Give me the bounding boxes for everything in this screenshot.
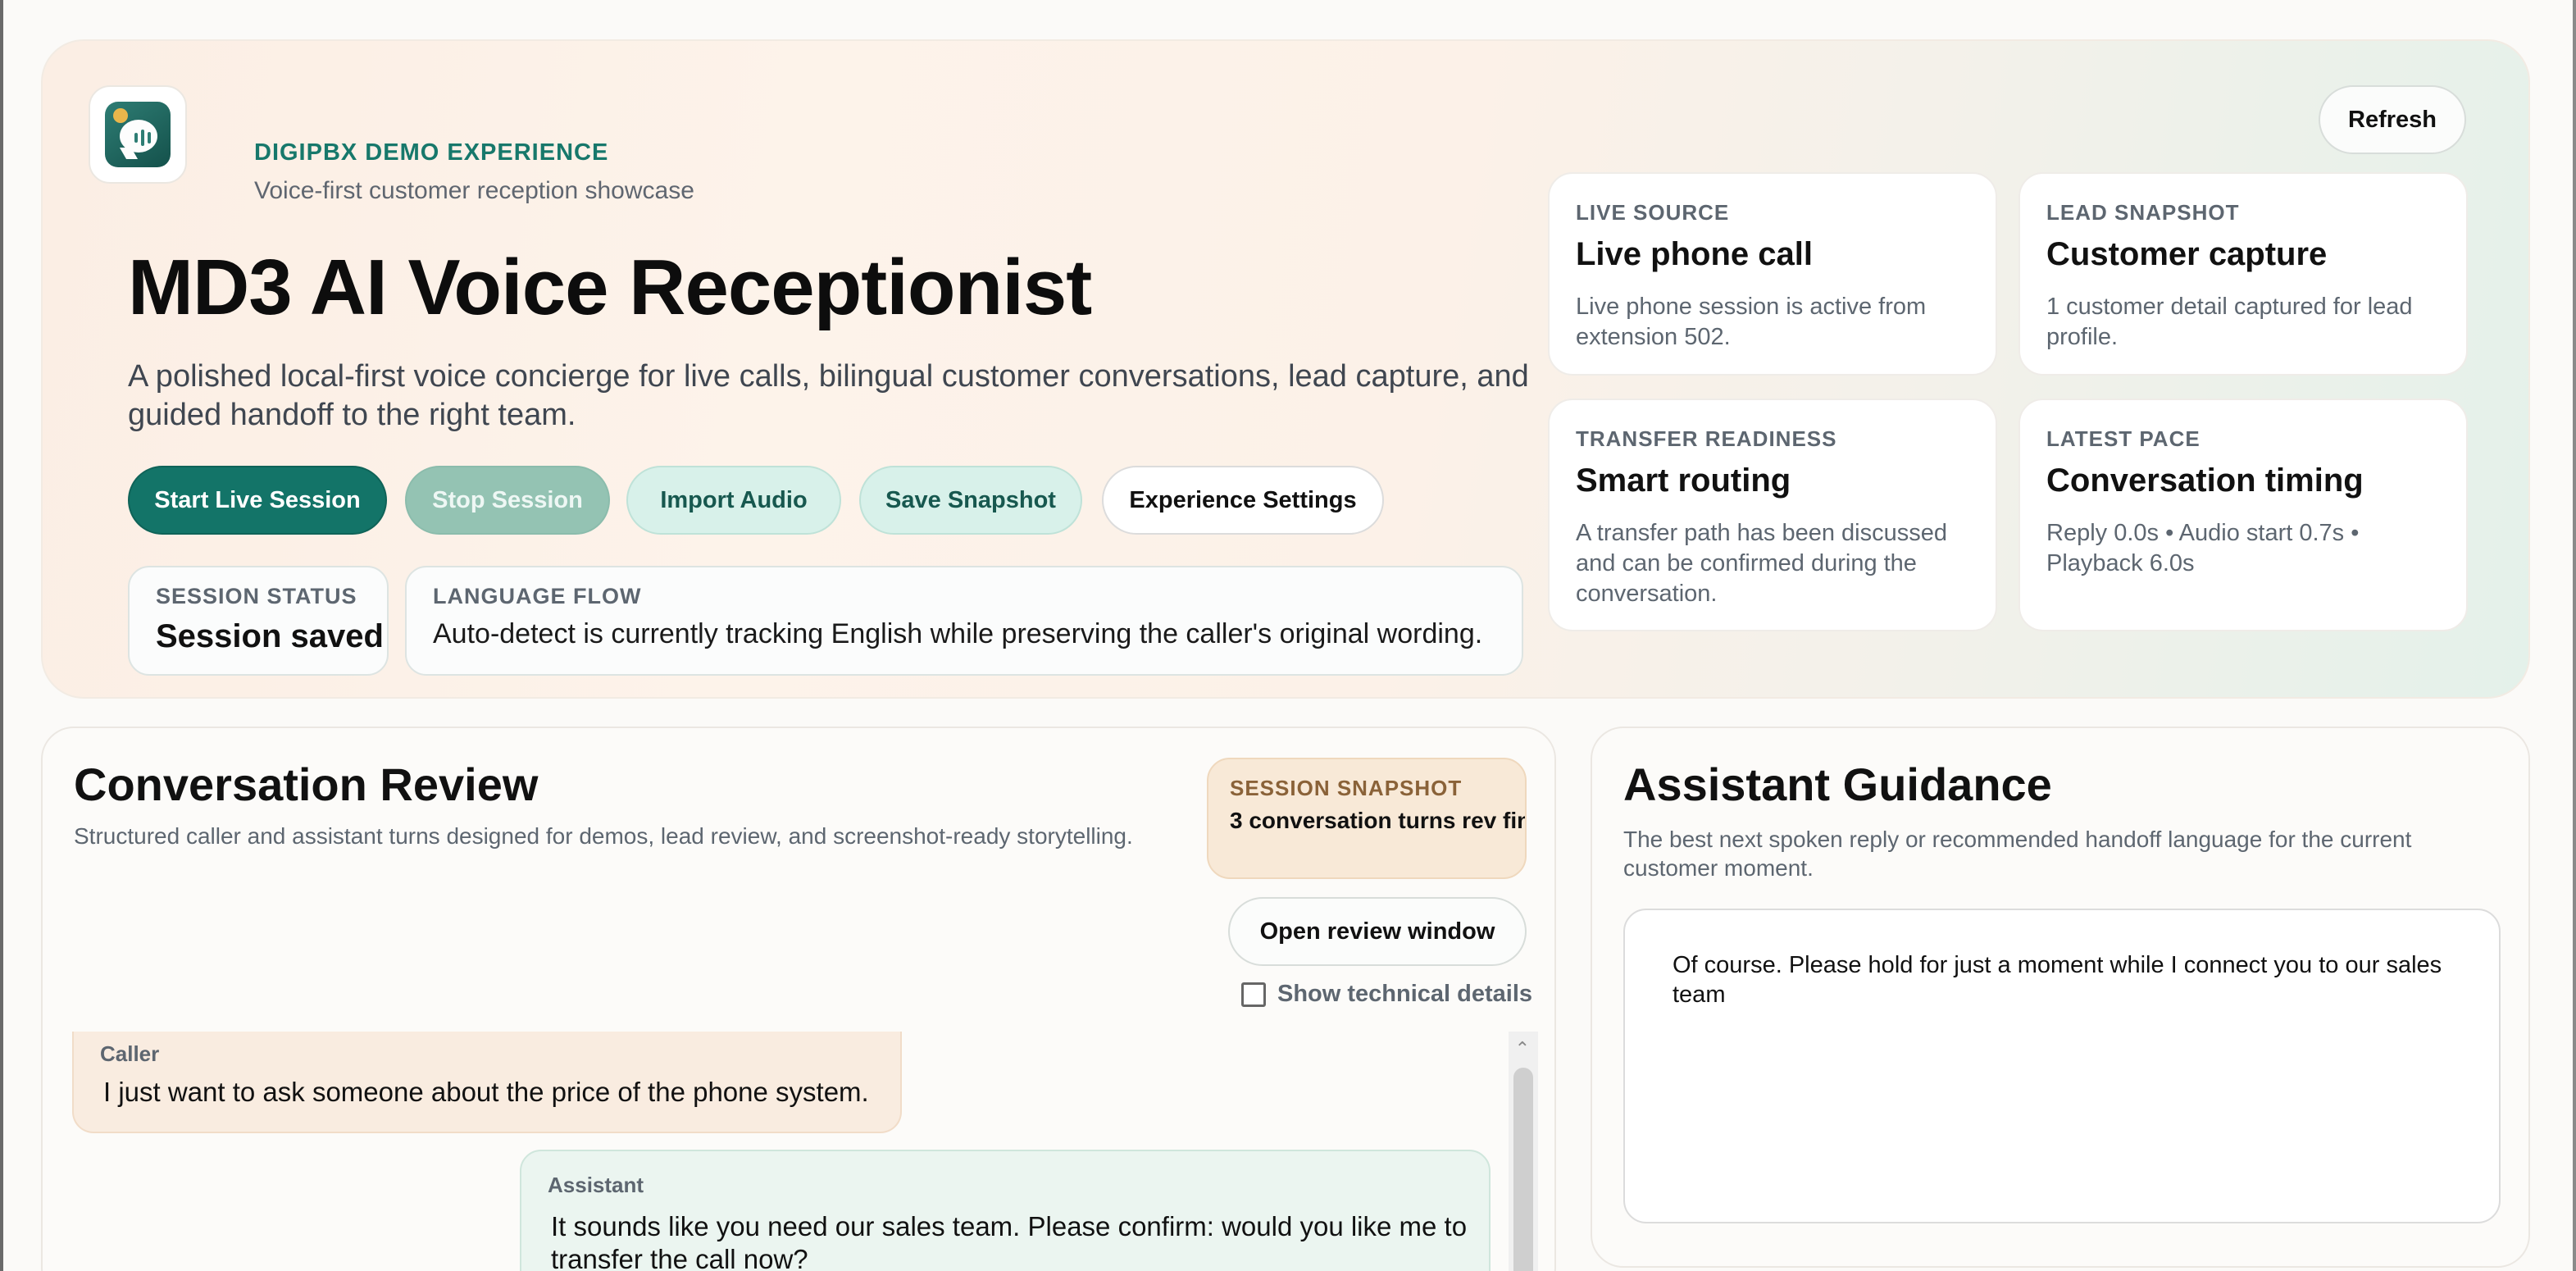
guidance-reply-box[interactable]: Of course. Please hold for just a moment… (1623, 909, 2501, 1223)
message-role: Assistant (548, 1173, 644, 1197)
message-text: I just want to ask someone about the pri… (103, 1077, 869, 1107)
stat-card-latest-pace: LATEST PACE Conversation timing Reply 0.… (2018, 399, 2468, 631)
stat-card-transfer-readiness: TRANSFER READINESS Smart routing A trans… (1548, 399, 1997, 631)
caller-message: Caller I just want to ask someone about … (72, 1032, 902, 1133)
brand-name: DIGIPBX DEMO EXPERIENCE (254, 139, 609, 166)
language-flow-value: Auto-detect is currently tracking Englis… (433, 618, 1483, 649)
conversation-review-subtitle: Structured caller and assistant turns de… (74, 823, 1133, 849)
stat-card-live-source: LIVE SOURCE Live phone call Live phone s… (1548, 172, 1997, 376)
session-status-label: SESSION STATUS (156, 584, 357, 608)
save-snapshot-button[interactable]: Save Snapshot (859, 466, 1082, 535)
scrollbar-thumb[interactable] (1513, 1068, 1533, 1271)
voice-bubble-icon (105, 102, 171, 167)
message-role: Caller (100, 1041, 160, 1066)
session-snapshot-label: SESSION SNAPSHOT (1230, 776, 1463, 800)
technical-details-toggle[interactable]: Show technical details (1241, 981, 1532, 1008)
stat-title: Customer capture (2046, 236, 2328, 272)
conversation-review-title: Conversation Review (74, 758, 539, 810)
language-flow-label: LANGUAGE FLOW (433, 584, 642, 608)
import-audio-button[interactable]: Import Audio (626, 466, 841, 535)
refresh-button[interactable]: Refresh (2319, 85, 2466, 154)
window-right-edge (2573, 0, 2576, 1271)
stat-description: A transfer path has been discussed and c… (1576, 520, 1948, 608)
stat-label: TRANSFER READINESS (1576, 426, 1837, 451)
experience-settings-button[interactable]: Experience Settings (1102, 466, 1384, 535)
start-live-session-button[interactable]: Start Live Session (128, 466, 387, 535)
hero-description: A polished local-first voice concierge f… (128, 359, 1529, 433)
assistant-guidance-title: Assistant Guidance (1623, 758, 2052, 810)
message-text: It sounds like you need our sales team. … (551, 1211, 1468, 1271)
conversation-transcript[interactable]: Caller I just want to ask someone about … (72, 1032, 1538, 1271)
assistant-guidance-panel: Assistant Guidance The best next spoken … (1591, 727, 2530, 1268)
hero-panel: DIGIPBX DEMO EXPERIENCE Voice-first cust… (41, 39, 2530, 699)
language-flow-card: LANGUAGE FLOW Auto-detect is currently t… (405, 566, 1523, 676)
stat-description: 1 customer detail captured for lead prof… (2046, 294, 2413, 351)
brand-tagline: Voice-first customer reception showcase (254, 177, 694, 204)
stat-title: Smart routing (1576, 462, 1791, 499)
technical-details-label: Show technical details (1277, 981, 1533, 1007)
session-snapshot-text: 3 conversation turns rev finalized trans… (1230, 808, 1525, 833)
assistant-guidance-subtitle: The best next spoken reply or recommende… (1623, 827, 2412, 881)
transcript-scrollbar[interactable]: ⌃ (1509, 1032, 1538, 1271)
chevron-up-icon[interactable]: ⌃ (1515, 1038, 1530, 1059)
stat-description: Live phone session is active from extens… (1576, 294, 1927, 351)
stat-title: Conversation timing (2046, 462, 2364, 499)
guidance-reply-text: Of course. Please hold for just a moment… (1673, 952, 2442, 1008)
conversation-review-panel: Conversation Review Structured caller an… (41, 727, 1556, 1271)
stat-label: LEAD SNAPSHOT (2046, 200, 2240, 225)
stat-description: Reply 0.0s • Audio start 0.7s • Playback… (2046, 520, 2360, 577)
stop-session-button[interactable]: Stop Session (405, 466, 610, 535)
session-status-value: Session saved (156, 618, 384, 654)
stat-label: LATEST PACE (2046, 426, 2201, 451)
page-title: MD3 AI Voice Receptionist (128, 244, 1092, 331)
brand-logo (89, 85, 187, 184)
session-snapshot-card: SESSION SNAPSHOT 3 conversation turns re… (1207, 758, 1527, 879)
stat-card-lead-snapshot: LEAD SNAPSHOT Customer capture 1 custome… (2018, 172, 2468, 376)
assistant-message: Assistant It sounds like you need our sa… (520, 1150, 1491, 1271)
stat-label: LIVE SOURCE (1576, 200, 1730, 225)
session-status-card: SESSION STATUS Session saved (128, 566, 389, 676)
window-left-edge (0, 0, 3, 1271)
technical-details-checkbox[interactable] (1241, 982, 1266, 1007)
stat-title: Live phone call (1576, 236, 1813, 272)
open-review-window-button[interactable]: Open review window (1228, 897, 1527, 966)
